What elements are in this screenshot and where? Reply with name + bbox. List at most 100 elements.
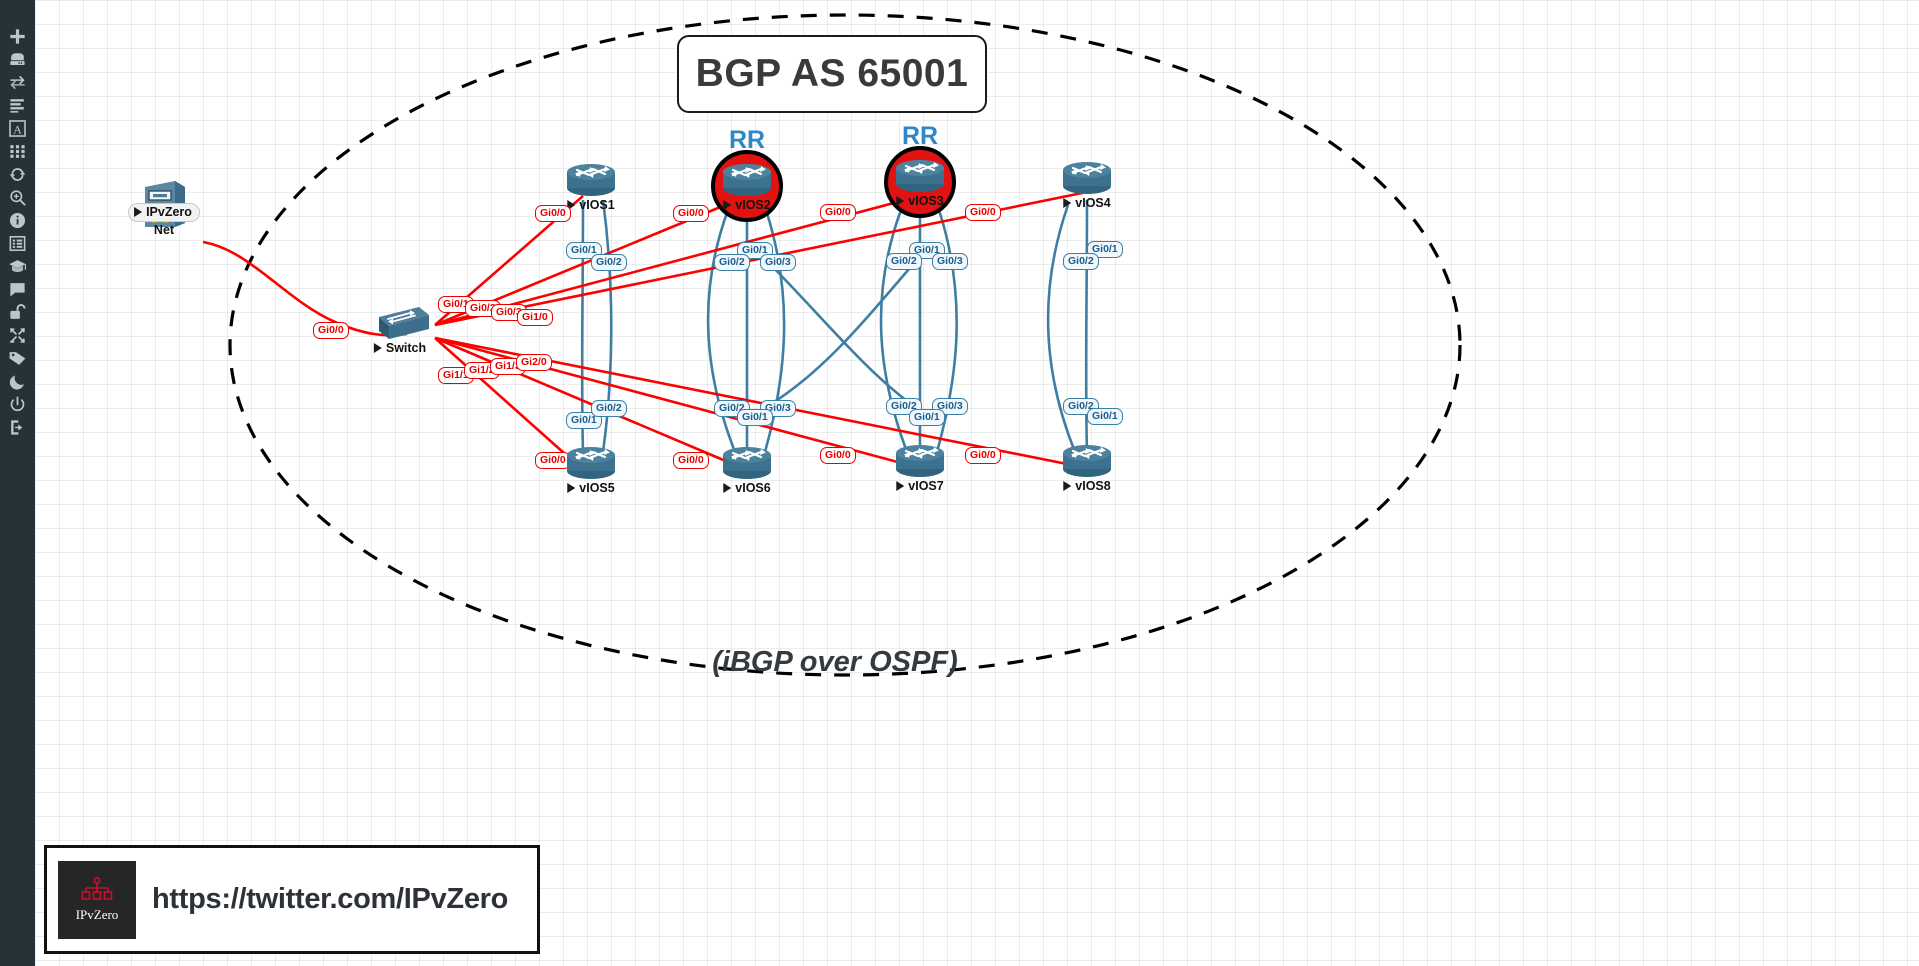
interface-label: Gi0/1 — [909, 409, 945, 426]
interface-label: Gi0/0 — [313, 322, 349, 339]
router-icon — [567, 447, 615, 479]
node-label-text: IPvZero — [146, 205, 192, 219]
interface-label: Gi0/0 — [820, 204, 856, 221]
node-label-text: vIOS2 — [735, 198, 771, 212]
interface-label: Gi0/2 — [886, 253, 922, 270]
interface-label: Gi0/0 — [965, 447, 1001, 464]
router-icon — [567, 164, 615, 196]
node-vios2[interactable]: RR vIOS2 — [711, 126, 783, 222]
router-icon — [896, 445, 944, 477]
router-icon — [723, 164, 771, 196]
network-tree-icon — [81, 876, 113, 900]
node-switch[interactable]: Switch — [369, 305, 431, 355]
align-lines-icon[interactable] — [0, 94, 35, 117]
moon-icon[interactable] — [0, 370, 35, 393]
interface-label: Gi0/2 — [714, 254, 750, 271]
left-toolbar: A — [0, 0, 35, 966]
interface-label: Gi0/2 — [1063, 253, 1099, 270]
node-label-text: vIOS6 — [735, 481, 771, 495]
play-triangle-icon — [134, 207, 143, 217]
power-icon[interactable] — [0, 393, 35, 416]
interface-label: Gi0/0 — [673, 452, 709, 469]
node-vios7[interactable]: vIOS7 — [892, 441, 948, 493]
node-label-ipvzero: IPvZero — [128, 203, 200, 222]
topology-canvas[interactable]: BGP AS 65001 (iBGP over OSPF) IPvZero Ne… — [35, 0, 1919, 966]
interface-label: Gi0/0 — [820, 447, 856, 464]
play-triangle-icon — [1063, 481, 1072, 491]
interface-label: Gi0/1 — [737, 409, 773, 426]
node-label-vios1: vIOS1 — [567, 198, 615, 212]
play-triangle-icon — [896, 481, 905, 491]
node-vios5[interactable]: vIOS5 — [563, 443, 619, 495]
play-triangle-icon — [723, 200, 732, 210]
node-vios6[interactable]: vIOS6 — [719, 443, 775, 495]
play-triangle-icon — [1063, 198, 1072, 208]
switch-icon — [379, 307, 429, 339]
refresh-icon[interactable] — [0, 163, 35, 186]
interface-label: Gi0/0 — [535, 205, 571, 222]
interface-label: Gi2/0 — [516, 354, 552, 371]
interface-label: Gi0/2 — [591, 254, 627, 271]
router-icon — [1063, 445, 1111, 477]
node-label-vios6: vIOS6 — [723, 481, 771, 495]
interface-label: Gi0/2 — [591, 400, 627, 417]
node-label-switch: Switch — [373, 341, 427, 355]
svg-text:A: A — [13, 122, 22, 136]
tag-icon[interactable] — [0, 347, 35, 370]
grid-icon[interactable] — [0, 140, 35, 163]
interface-label: Gi1/0 — [517, 309, 553, 326]
fullscreen-icon[interactable] — [0, 324, 35, 347]
zoom-search-icon[interactable] — [0, 186, 35, 209]
play-triangle-icon — [723, 483, 732, 493]
node-caption-net: Net — [153, 223, 175, 237]
node-label-text: vIOS1 — [579, 198, 615, 212]
play-triangle-icon — [567, 483, 576, 493]
interface-label: Gi0/3 — [932, 253, 968, 270]
node-label-text: vIOS5 — [579, 481, 615, 495]
node-vios4[interactable]: vIOS4 — [1059, 158, 1115, 210]
router-icon — [896, 160, 944, 192]
graduation-cap-icon[interactable] — [0, 255, 35, 278]
node-label-text: vIOS4 — [1075, 196, 1111, 210]
link-layer — [202, 13, 1462, 677]
node-label-vios7: vIOS7 — [896, 479, 944, 493]
logo-text: IPvZero — [75, 906, 119, 922]
topology-app: A BGP AS 65001 (iBGP over OSPF) IPvZero … — [0, 0, 1919, 966]
text-annotation-icon[interactable]: A — [0, 117, 35, 140]
router-icon — [723, 447, 771, 479]
node-ipvzero-net[interactable]: IPvZero Net — [128, 177, 200, 237]
logout-icon[interactable] — [0, 416, 35, 439]
node-vios3[interactable]: RR vIOS3 — [884, 122, 956, 218]
info-icon[interactable] — [0, 209, 35, 232]
as-title-box: BGP AS 65001 — [677, 35, 987, 113]
node-label-text: Switch — [385, 341, 427, 355]
interface-label: Gi0/0 — [965, 204, 1001, 221]
network-transfer-icon[interactable] — [0, 71, 35, 94]
node-label-text: vIOS8 — [1075, 479, 1111, 493]
node-label-vios5: vIOS5 — [567, 481, 615, 495]
node-label-text: vIOS7 — [908, 479, 944, 493]
comment-icon[interactable] — [0, 278, 35, 301]
unlock-icon[interactable] — [0, 301, 35, 324]
interface-label: Gi0/0 — [673, 205, 709, 222]
node-label-vios2: vIOS2 — [723, 198, 771, 212]
subtitle-text: (iBGP over OSPF) — [712, 646, 958, 678]
play-triangle-icon — [896, 196, 905, 206]
branding-box: IPvZero https://twitter.com/IPvZero — [44, 845, 540, 954]
ipvzero-logo: IPvZero — [58, 860, 136, 939]
server-icon[interactable] — [0, 48, 35, 71]
interface-label: Gi0/1 — [1087, 408, 1123, 425]
node-label-vios4: vIOS4 — [1063, 196, 1111, 210]
node-label-vios3: vIOS3 — [896, 194, 944, 208]
list-panel-icon[interactable] — [0, 232, 35, 255]
node-vios1[interactable]: vIOS1 — [563, 160, 619, 212]
play-triangle-icon — [373, 343, 382, 353]
twitter-url-text[interactable]: https://twitter.com/IPvZero — [152, 883, 508, 916]
as-title-text: BGP AS 65001 — [695, 52, 969, 95]
interface-label: Gi0/3 — [760, 254, 796, 271]
add-node-icon[interactable] — [0, 25, 35, 48]
ospf-links — [580, 199, 1089, 453]
node-vios8[interactable]: vIOS8 — [1059, 441, 1115, 493]
node-label-text: vIOS3 — [908, 194, 944, 208]
node-label-vios8: vIOS8 — [1063, 479, 1111, 493]
